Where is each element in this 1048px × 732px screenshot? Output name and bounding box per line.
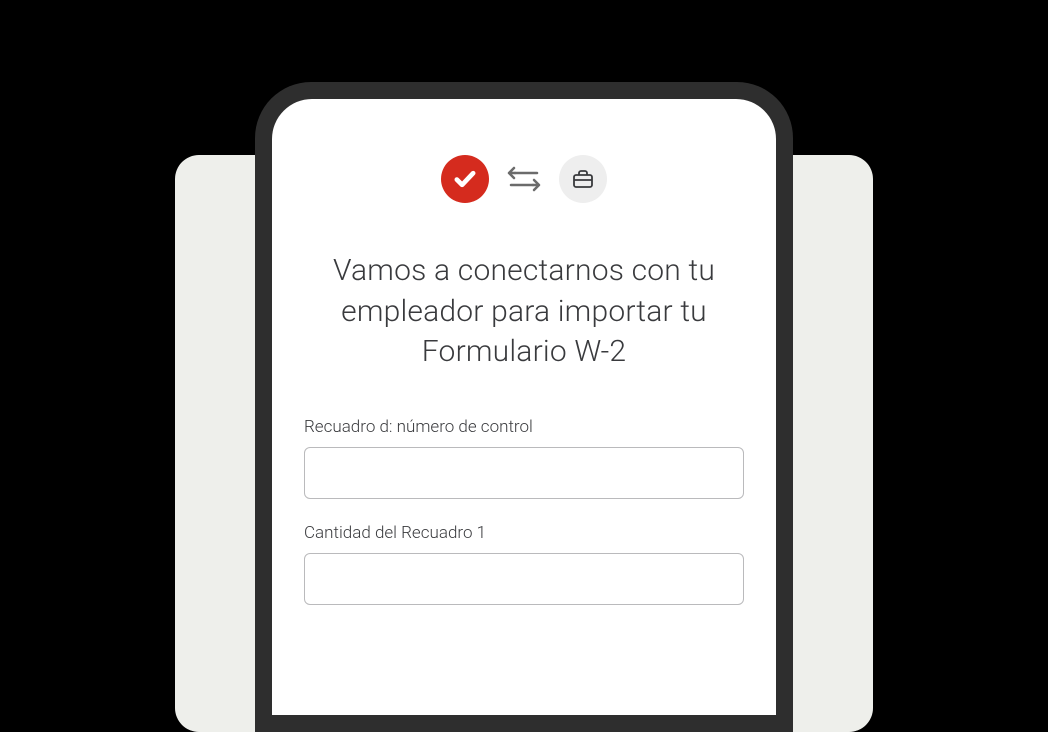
form-group-box1-amount: Cantidad del Recuadro 1: [304, 523, 744, 605]
box1-amount-label: Cantidad del Recuadro 1: [304, 523, 744, 543]
control-number-input[interactable]: [304, 447, 744, 499]
phone-frame: Vamos a conectarnos con tu empleador par…: [255, 82, 793, 732]
transfer-arrows-icon: [507, 166, 541, 192]
box1-amount-input[interactable]: [304, 553, 744, 605]
header-icon-row: [304, 155, 744, 203]
briefcase-icon: [571, 167, 595, 191]
checkmark-icon: [451, 165, 479, 193]
phone-screen: Vamos a conectarnos con tu empleador par…: [272, 99, 776, 715]
control-number-label: Recuadro d: número de control: [304, 417, 744, 437]
page-heading: Vamos a conectarnos con tu empleador par…: [304, 251, 744, 373]
form-group-control-number: Recuadro d: número de control: [304, 417, 744, 499]
employer-circle: [559, 155, 607, 203]
app-logo-circle: [441, 155, 489, 203]
